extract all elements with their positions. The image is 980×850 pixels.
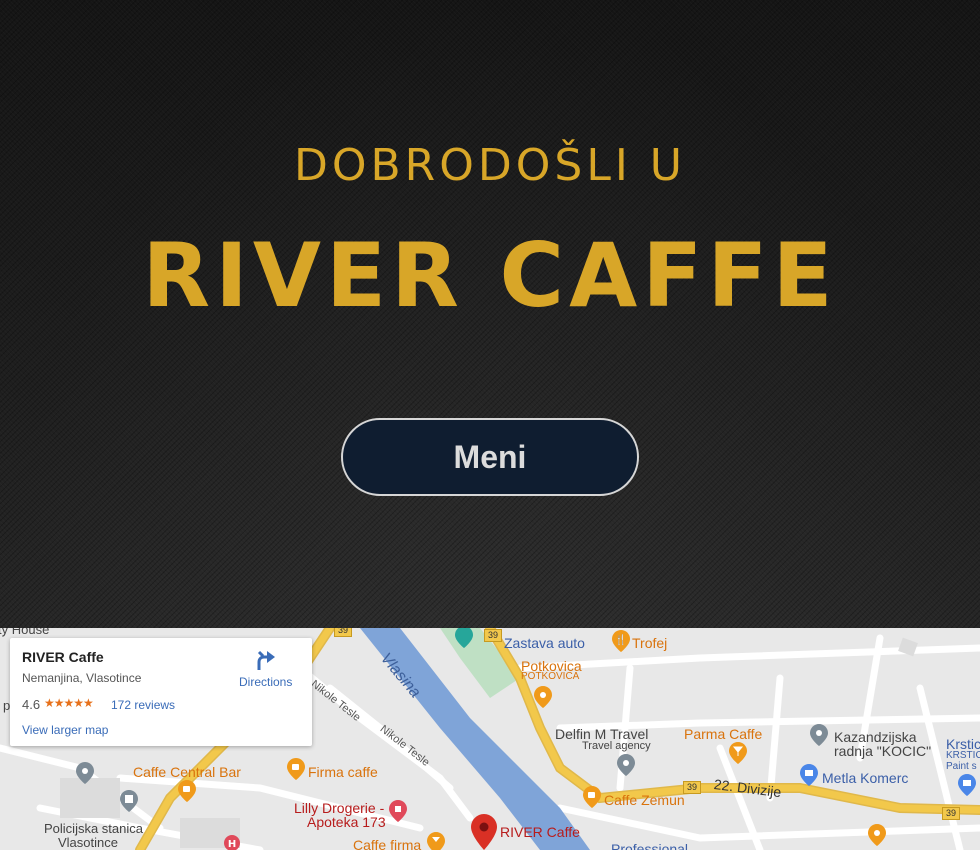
route-shield: 39	[942, 807, 961, 820]
map-label-kazandzijska-2: radnja "KOCIC"	[834, 743, 932, 759]
location-pin-icon[interactable]	[120, 790, 138, 812]
map-label-krstic-3: Paint s	[946, 761, 977, 772]
restaurant-pin-icon[interactable]	[534, 686, 552, 708]
map-label-krstic-2: KRSTIC	[946, 750, 980, 761]
map-label-lilly-2: Apoteka 173	[307, 814, 386, 830]
map-label-trofej: Trofej	[632, 635, 668, 651]
svg-text:H: H	[228, 839, 236, 850]
coffee-pin-icon[interactable]	[583, 786, 601, 808]
pharmacy-pin-icon[interactable]	[389, 800, 407, 822]
map-label-parma: Parma Caffe	[684, 726, 763, 742]
location-pin-icon[interactable]	[810, 724, 828, 746]
shop-pin-icon[interactable]	[958, 774, 976, 796]
menu-button[interactable]: Meni	[341, 418, 639, 496]
place-info-card: RIVER Caffe Nemanjina, Vlasotince 4.6 ★★…	[10, 638, 312, 746]
bar-pin-icon[interactable]	[729, 742, 747, 764]
location-pin-icon[interactable]	[76, 762, 94, 784]
rating-stars-icon: ★★★★★	[44, 696, 94, 710]
welcome-heading: DOBRODOŠLI U	[293, 140, 687, 191]
restaurant-pin-icon[interactable]	[868, 824, 886, 846]
map-label-metla: Metla Komerc	[822, 770, 909, 786]
map-label-delfin-sub: Travel agency	[582, 740, 651, 752]
hospital-pin-icon[interactable]: H	[223, 834, 241, 850]
restaurant-pin-icon[interactable]: 🍴	[612, 630, 630, 652]
map-label-potkovica-sub: POTKOVICA	[521, 671, 580, 682]
shop-pin-icon[interactable]	[800, 764, 818, 786]
brand-title: RIVER CAFFE	[142, 224, 838, 327]
place-address: Nemanjina, Vlasotince	[22, 671, 142, 685]
coffee-pin-icon[interactable]	[178, 780, 196, 802]
route-shield: 39	[484, 629, 503, 642]
directions-link[interactable]: Directions	[239, 675, 292, 689]
svg-text:🍴: 🍴	[615, 633, 627, 646]
map-label-river-caffe: RIVER Caffe	[500, 824, 580, 840]
view-larger-map-link[interactable]: View larger map	[22, 723, 108, 737]
hero-section: DOBRODOŠLI U RIVER CAFFE Meni	[0, 0, 980, 628]
place-title: RIVER Caffe	[22, 649, 104, 665]
directions-icon[interactable]	[255, 648, 277, 672]
map-label-caffe-firma: Caffe firma	[353, 837, 422, 850]
embedded-map[interactable]: ty House p Zastava auto Trofej Potkovica…	[0, 628, 980, 850]
map-label-central: Caffe Central Bar	[133, 764, 241, 780]
map-label-house: ty House	[0, 628, 50, 637]
place-rating: 4.6	[22, 697, 41, 712]
park-pin-icon[interactable]	[455, 628, 473, 648]
river-caffe-marker-icon[interactable]	[471, 814, 497, 850]
map-label-professional: Professional	[611, 841, 689, 850]
route-shield: 39	[683, 781, 702, 794]
reviews-link[interactable]: 172 reviews	[111, 698, 175, 712]
map-label-policija-1: Policijska stanica	[44, 821, 143, 836]
coffee-pin-icon[interactable]	[287, 758, 305, 780]
location-pin-icon[interactable]	[617, 754, 635, 776]
map-label-policija-2: Vlasotince	[58, 835, 118, 850]
map-label-zastava: Zastava auto	[504, 635, 585, 651]
map-label-zemun: Caffe Zemun	[604, 792, 685, 808]
map-label-firma: Firma caffe	[308, 764, 378, 780]
route-shield: 39	[334, 628, 353, 637]
bar-pin-icon[interactable]	[427, 832, 445, 850]
